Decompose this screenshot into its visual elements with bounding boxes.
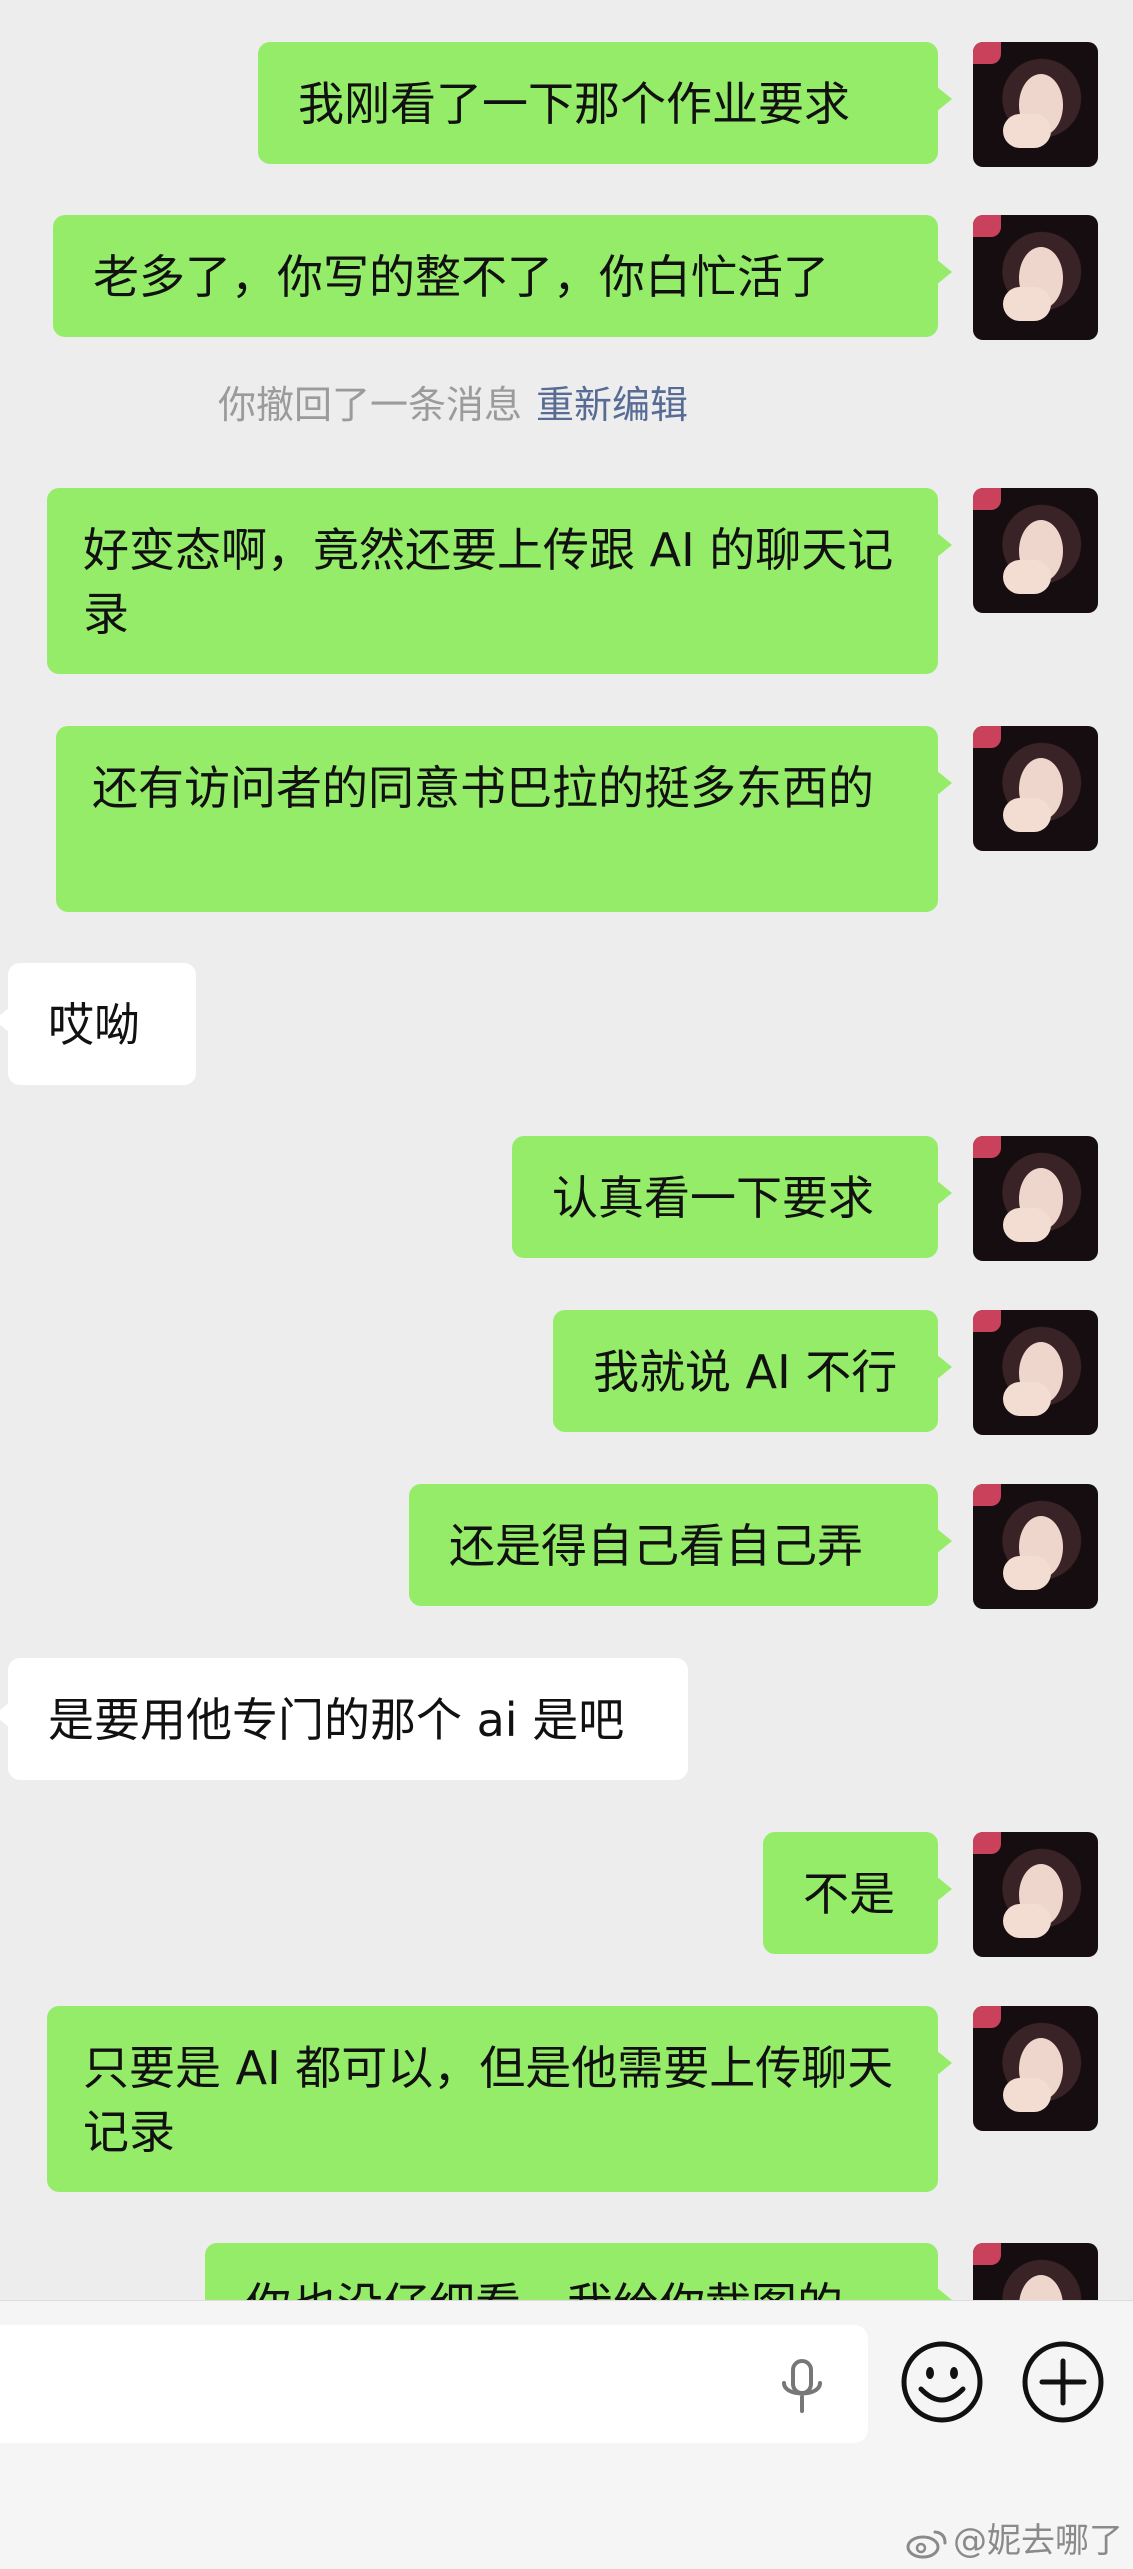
message-text: 老多了，你写的整不了，你白忙活了 xyxy=(93,250,829,304)
sent-message-bubble[interactable]: 还是得自己看自己弄 xyxy=(409,1484,952,1606)
user-avatar[interactable] xyxy=(973,1310,1098,1435)
message-text: 你也没仔细看，我给你截图的 xyxy=(245,2278,843,2300)
recall-notice: 你撤回了一条消息 重新编辑 xyxy=(0,380,1133,430)
avatar-hand xyxy=(1003,1904,1051,1938)
plus-circle-icon[interactable] xyxy=(1020,2339,1106,2425)
recall-text: 你撤回了一条消息 xyxy=(218,383,523,427)
message-text: 好变态啊，竟然还要上传跟 AI 的聊天记录 xyxy=(83,523,894,641)
user-avatar[interactable] xyxy=(973,215,1098,340)
user-avatar[interactable] xyxy=(973,1136,1098,1261)
user-avatar[interactable] xyxy=(973,2006,1098,2131)
message-row: 老多了，你写的整不了，你白忙活了 xyxy=(0,215,1133,340)
message-input[interactable] xyxy=(0,2325,868,2443)
user-avatar[interactable] xyxy=(973,1484,1098,1609)
sent-message-bubble[interactable]: 你也没仔细看，我给你截图的 xyxy=(205,2243,952,2300)
avatar-hand xyxy=(1003,287,1051,321)
avatar-hand xyxy=(1003,1382,1051,1416)
avatar-hand xyxy=(1003,560,1051,594)
received-message-bubble[interactable]: 是要用他专门的那个 ai 是吧 xyxy=(0,1658,688,1780)
avatar-hand xyxy=(1003,1556,1051,1590)
re-edit-link[interactable]: 重新编辑 xyxy=(536,383,688,427)
user-avatar[interactable] xyxy=(973,726,1098,851)
chat-message-list[interactable]: 我刚看了一下那个作业要求 老多了，你写的整不了，你白忙活了 你撤回了一条消息 重新… xyxy=(0,0,1133,2300)
message-row: 是要用他专门的那个 ai 是吧 xyxy=(0,1658,1133,1780)
user-avatar[interactable] xyxy=(973,488,1098,613)
avatar-hand xyxy=(1003,2078,1051,2112)
message-row: 还是得自己看自己弄 xyxy=(0,1484,1133,1609)
sent-message-bubble[interactable]: 老多了，你写的整不了，你白忙活了 xyxy=(53,215,952,337)
avatar-hand xyxy=(1003,1208,1051,1242)
message-row: 我刚看了一下那个作业要求 xyxy=(0,42,1133,167)
avatar-hand xyxy=(1003,798,1051,832)
message-text: 还是得自己看自己弄 xyxy=(449,1519,863,1573)
message-row: 还有访问者的同意书巴拉的挺多东西的 xyxy=(0,726,1133,912)
weibo-logo-icon xyxy=(906,2530,947,2558)
message-row: 认真看一下要求 xyxy=(0,1136,1133,1261)
sent-message-bubble[interactable]: 只要是 AI 都可以，但是他需要上传聊天记录 xyxy=(47,2006,952,2192)
emoji-icon[interactable] xyxy=(899,2339,985,2425)
message-row: 我就说 AI 不行 xyxy=(0,1310,1133,1435)
user-avatar[interactable] xyxy=(973,2243,1098,2300)
message-text: 哎呦 xyxy=(48,998,140,1052)
message-row: 不是 xyxy=(0,1832,1133,1957)
user-avatar[interactable] xyxy=(973,42,1098,167)
message-text: 是要用他专门的那个 ai 是吧 xyxy=(48,1693,625,1747)
microphone-icon[interactable] xyxy=(780,2359,824,2415)
message-row: 你也没仔细看，我给你截图的 xyxy=(0,2243,1133,2300)
message-row: 只要是 AI 都可以，但是他需要上传聊天记录 xyxy=(0,2006,1133,2192)
sent-message-bubble[interactable]: 还有访问者的同意书巴拉的挺多东西的 xyxy=(56,726,952,912)
watermark-text: @妮去哪了 xyxy=(953,2521,1123,2561)
message-text: 只要是 AI 都可以，但是他需要上传聊天记录 xyxy=(83,2041,894,2159)
message-row: 好变态啊，竟然还要上传跟 AI 的聊天记录 xyxy=(0,488,1133,674)
message-text: 不是 xyxy=(803,1867,895,1921)
received-message-bubble[interactable]: 哎呦 xyxy=(0,963,196,1085)
avatar-hand xyxy=(1003,114,1051,148)
sent-message-bubble[interactable]: 我刚看了一下那个作业要求 xyxy=(258,42,952,164)
weibo-watermark: @妮去哪了 xyxy=(905,2521,1123,2561)
message-text: 还有访问者的同意书巴拉的挺多东西的 xyxy=(92,761,874,815)
message-text: 认真看一下要求 xyxy=(552,1171,874,1225)
sent-message-bubble[interactable]: 不是 xyxy=(763,1832,952,1954)
message-text: 我就说 AI 不行 xyxy=(593,1345,898,1399)
message-text: 我刚看了一下那个作业要求 xyxy=(298,77,850,131)
avatar-face xyxy=(1019,2275,1063,2300)
user-avatar[interactable] xyxy=(973,1832,1098,1957)
sent-message-bubble[interactable]: 认真看一下要求 xyxy=(512,1136,952,1258)
sent-message-bubble[interactable]: 好变态啊，竟然还要上传跟 AI 的聊天记录 xyxy=(47,488,952,674)
sent-message-bubble[interactable]: 我就说 AI 不行 xyxy=(553,1310,952,1432)
message-row: 哎呦 xyxy=(0,963,1133,1085)
